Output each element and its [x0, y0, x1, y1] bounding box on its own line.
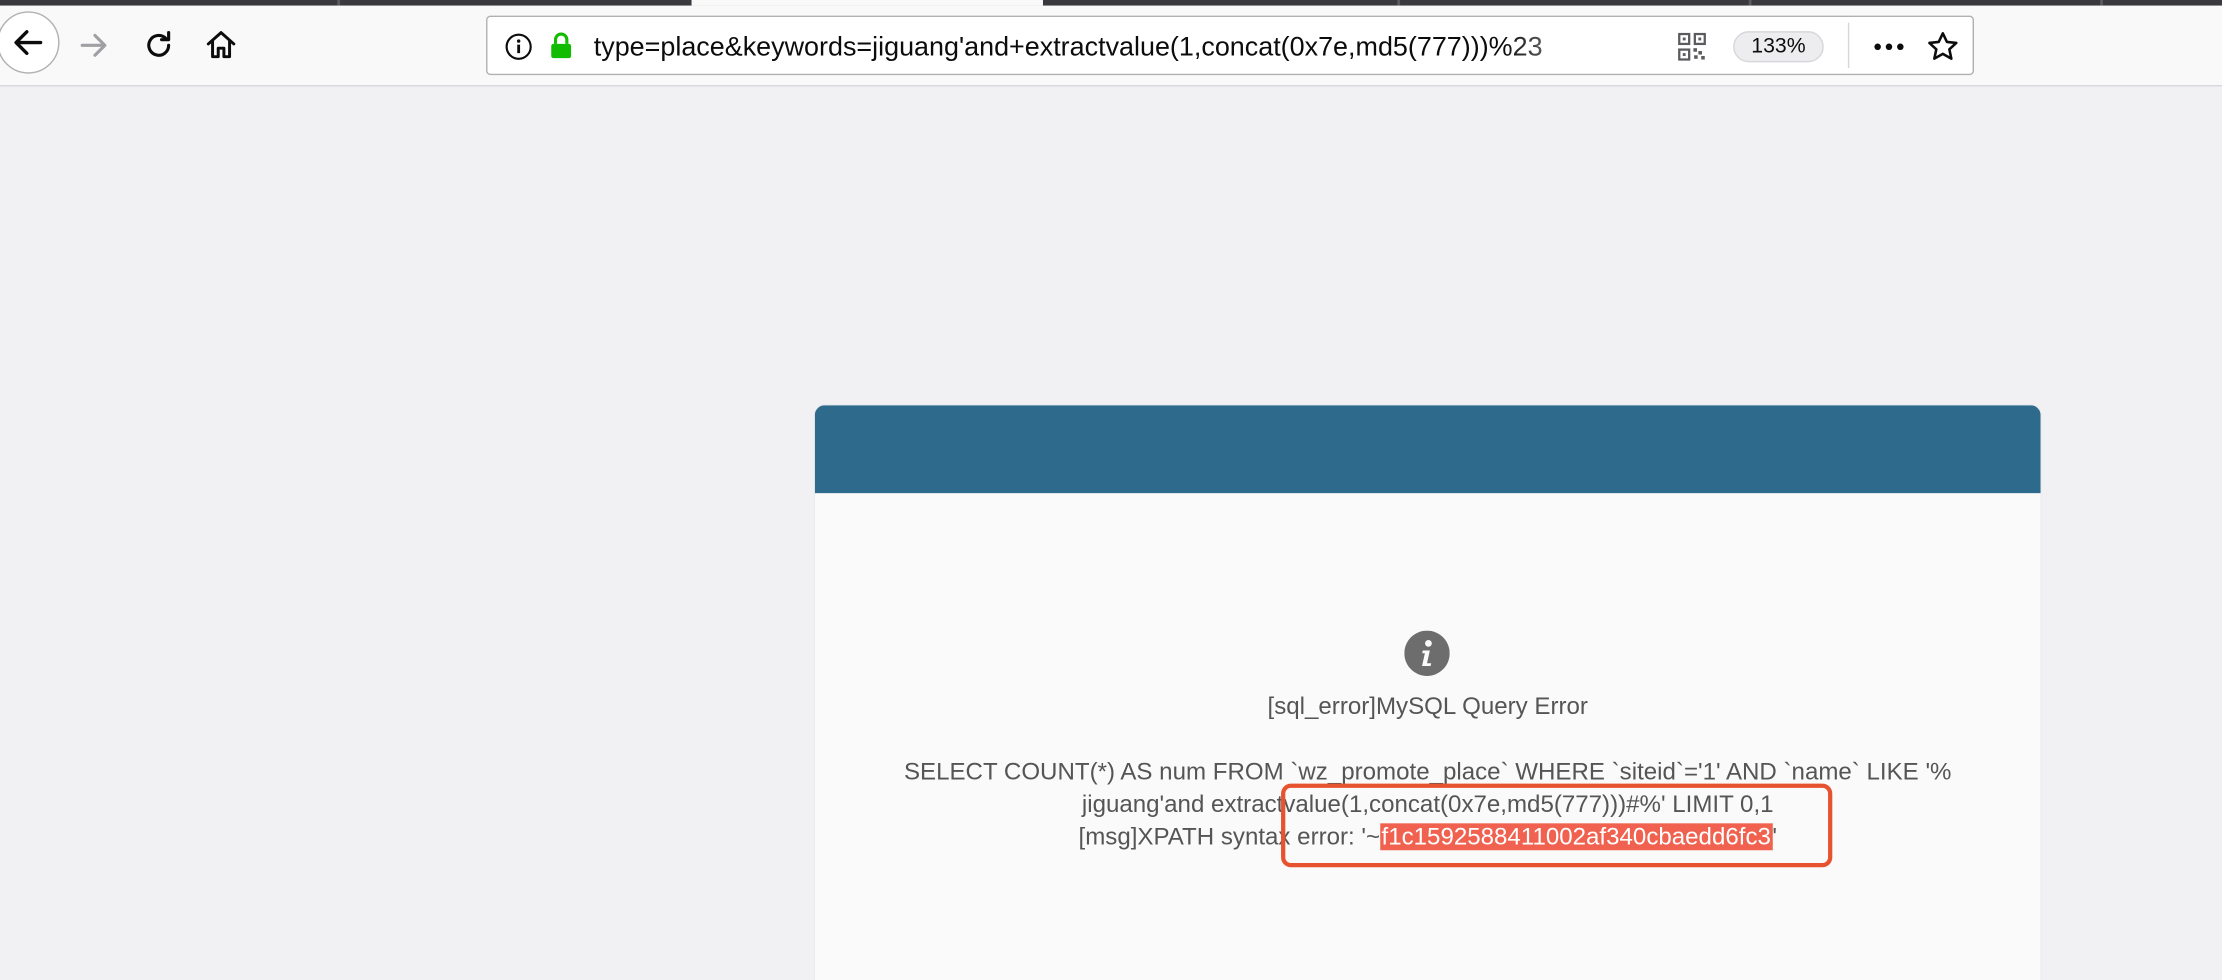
- home-icon: [206, 31, 236, 59]
- lock-icon[interactable]: [548, 31, 574, 59]
- home-button[interactable]: [198, 23, 243, 68]
- zoom-level-badge[interactable]: 133%: [1733, 31, 1824, 63]
- url-bar-divider: [1847, 22, 1850, 69]
- info-circle-icon: [1404, 630, 1450, 676]
- error-dialog: [sql_error]MySQL Query Error SELECT COUN…: [814, 405, 2041, 980]
- error-message-prefix: [msg]XPATH syntax error: '~: [1078, 823, 1381, 851]
- browser-window: type=place&keywords=jiguang'and+extractv…: [0, 0, 2222, 980]
- md5-hash-highlight: f1c1592588411002af340cbaedd6fc3: [1380, 823, 1773, 851]
- error-query-line-1: SELECT COUNT(*) AS num FROM `wz_promote_…: [903, 758, 1952, 786]
- back-arrow-icon: [14, 30, 43, 55]
- url-text[interactable]: type=place&keywords=jiguang'and+extractv…: [594, 31, 1628, 65]
- back-button[interactable]: [0, 11, 60, 74]
- url-bar[interactable]: type=place&keywords=jiguang'and+extractv…: [486, 15, 1975, 76]
- info-icon[interactable]: [504, 33, 532, 61]
- qr-code-icon[interactable]: [1678, 32, 1706, 61]
- reload-icon: [147, 31, 171, 57]
- error-title: [sql_error]MySQL Query Error: [1267, 692, 1588, 720]
- dialog-header: [814, 405, 2041, 494]
- error-query-line-2: jiguang'and extractvalue(1,concat(0x7e,m…: [1081, 790, 1774, 818]
- forward-arrow-icon: [80, 33, 107, 57]
- star-icon[interactable]: [1926, 30, 1960, 64]
- error-message-line: [msg]XPATH syntax error: '~f1c1592588411…: [815, 822, 2041, 853]
- reload-button[interactable]: [136, 23, 181, 68]
- forward-button[interactable]: [71, 23, 116, 68]
- more-icon[interactable]: [1869, 31, 1909, 62]
- error-message-suffix: ': [1772, 823, 1777, 851]
- navigation-toolbar: type=place&keywords=jiguang'and+extractv…: [0, 5, 2222, 87]
